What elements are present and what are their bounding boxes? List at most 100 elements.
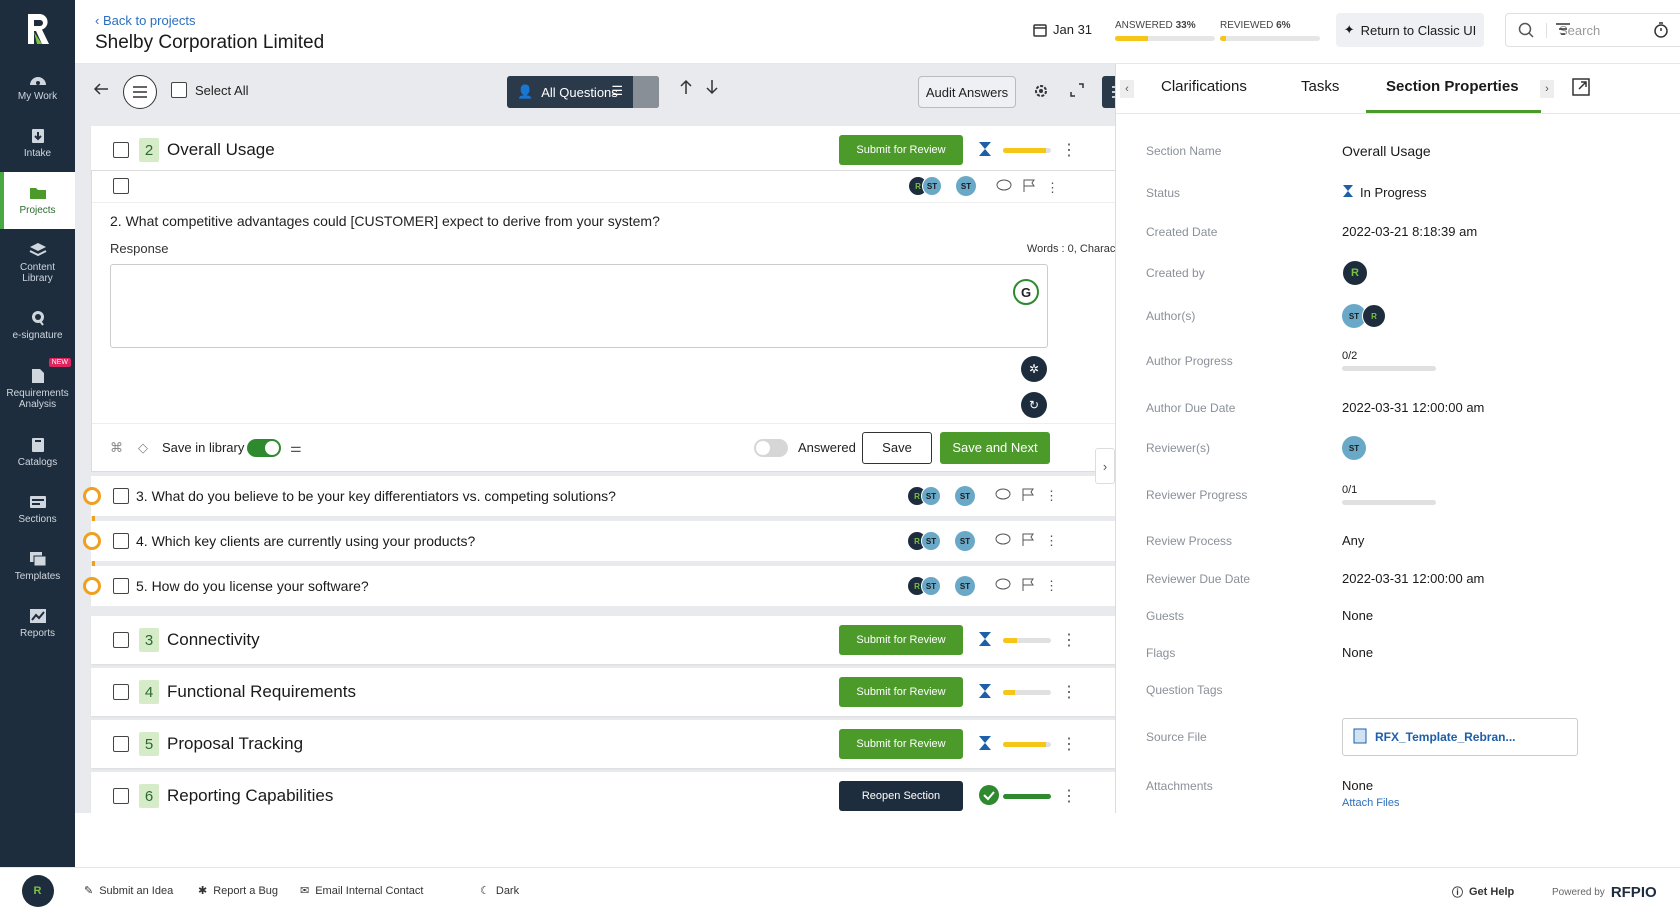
comment-icon[interactable] (996, 179, 1012, 196)
return-to-classic-ui-button[interactable]: ✦ Return to Classic UI (1336, 13, 1484, 47)
select-all-checkbox[interactable]: Select All (171, 82, 248, 98)
all-questions-filter[interactable]: 👤 All Questions ☰ (507, 76, 659, 108)
kebab-menu-icon[interactable]: ⋮ (1046, 180, 1059, 196)
kebab-menu-icon[interactable]: ⋮ (1045, 578, 1058, 594)
checkbox[interactable] (171, 82, 187, 98)
sidebar-item-reports[interactable]: Reports (0, 595, 75, 652)
flag-icon[interactable] (1021, 533, 1035, 550)
grammarly-icon[interactable]: G (1013, 279, 1039, 305)
collapse-panel-handle[interactable]: › (1095, 448, 1115, 484)
question-row[interactable]: 3. What do you believe to be your key di… (83, 476, 1166, 516)
section-row[interactable]: 4 Functional Requirements Submit for Rev… (91, 668, 1166, 716)
submit-for-review-button[interactable]: Submit for Review (839, 729, 963, 759)
email-contact-link[interactable]: ✉ Email Internal Contact (300, 884, 423, 898)
gear-icon[interactable] (1033, 83, 1049, 102)
arrow-down-icon[interactable] (705, 79, 719, 98)
arrow-left-icon[interactable] (93, 82, 109, 99)
submit-for-review-button[interactable]: Submit for Review (839, 677, 963, 707)
kebab-menu-icon[interactable]: ⋮ (1045, 488, 1058, 504)
kebab-menu-icon[interactable]: ⋮ (1061, 630, 1077, 650)
dark-mode-toggle[interactable]: ☾ Dark (480, 884, 519, 898)
fingerprint-icon[interactable]: ⌘ (110, 440, 123, 456)
sidebar-item-e-signature[interactable]: e-signature (0, 297, 75, 354)
checkbox[interactable] (113, 178, 129, 194)
sidebar-item-content-library[interactable]: Content Library (0, 229, 75, 297)
answered-toggle[interactable] (754, 438, 788, 457)
question-row[interactable]: 5. How do you license your software? R ST… (83, 566, 1166, 606)
save-in-library-toggle[interactable] (247, 438, 281, 457)
checkbox[interactable] (113, 684, 129, 700)
comment-icon[interactable] (995, 578, 1011, 595)
kebab-menu-icon[interactable]: ⋮ (1061, 682, 1077, 702)
comment-icon[interactable] (995, 488, 1011, 505)
save-button[interactable]: Save (862, 431, 932, 464)
checkbox[interactable] (113, 488, 129, 504)
sidebar-item-sections[interactable]: Sections (0, 481, 75, 538)
kebab-menu-icon[interactable]: ⋮ (1045, 533, 1058, 549)
menu-button[interactable] (123, 75, 157, 109)
due-date[interactable]: Jan 31 (1033, 22, 1092, 37)
sidebar-item-projects[interactable]: Projects (0, 172, 75, 229)
submit-for-review-button[interactable]: Submit for Review (839, 625, 963, 655)
assignee-avatars[interactable]: R ST ST (907, 576, 975, 596)
expand-icon[interactable] (1070, 83, 1084, 100)
comment-icon[interactable] (995, 533, 1011, 550)
get-help-link[interactable]: ⓘ Get Help (1452, 884, 1514, 900)
submit-idea-link[interactable]: ✎ Submit an Idea (84, 884, 173, 898)
flag-icon[interactable] (1021, 488, 1035, 505)
source-file-link[interactable]: RFX_Template_Rebran... (1342, 718, 1578, 756)
assignee-avatars[interactable]: R ST ST (907, 486, 975, 506)
mail-icon: ✉ (300, 885, 310, 897)
back-to-projects-link[interactable]: ‹ Back to projects (95, 13, 195, 28)
question-row[interactable]: 4. Which key clients are currently using… (83, 521, 1166, 561)
checkbox[interactable] (113, 578, 129, 594)
sidebar-item-intake[interactable]: Intake (0, 115, 75, 172)
refresh-icon[interactable]: ↻ (1021, 392, 1047, 418)
submit-for-review-button[interactable]: Submit for Review (839, 135, 963, 165)
settings-sliders-icon[interactable]: ⚌ (290, 440, 302, 456)
sidebar-item-my-work[interactable]: My Work (0, 58, 75, 115)
bottom-logo[interactable]: R (0, 868, 75, 913)
checkbox[interactable] (113, 142, 129, 158)
arrow-up-icon[interactable] (679, 79, 693, 98)
filter-icon[interactable] (1555, 22, 1571, 39)
section-row[interactable]: 2 Overall Usage Submit for Review ⋮ (91, 126, 1166, 174)
checkbox[interactable] (113, 788, 129, 804)
assignee-avatars[interactable]: R ST ST (908, 176, 976, 196)
tab-tasks[interactable]: Tasks (1301, 78, 1339, 95)
reopen-section-button[interactable]: Reopen Section (839, 781, 963, 811)
ai-assist-icon[interactable]: ✲ (1021, 356, 1047, 382)
tab-clarifications[interactable]: Clarifications (1161, 78, 1247, 95)
section-row[interactable]: 6 Reporting Capabilities Reopen Section … (91, 772, 1166, 813)
book-icon (29, 437, 47, 453)
assignee-avatars[interactable]: R ST ST (907, 531, 975, 551)
timer-icon[interactable] (1653, 22, 1669, 41)
audit-answers-button[interactable]: Audit Answers (918, 76, 1016, 108)
save-and-next-button[interactable]: Save and Next (940, 431, 1050, 464)
tab-section-properties[interactable]: Section Properties (1386, 78, 1519, 95)
kebab-menu-icon[interactable]: ⋮ (1061, 734, 1077, 754)
app-logo[interactable] (0, 0, 75, 58)
tag-icon[interactable]: ◇ (138, 440, 148, 456)
checkbox[interactable] (113, 736, 129, 752)
section-row[interactable]: 3 Connectivity Submit for Review ⋮ (91, 616, 1166, 664)
prop-label: Question Tags (1146, 683, 1223, 697)
attach-files-link[interactable]: Attach Files (1342, 797, 1399, 811)
chevron-right-icon[interactable]: › (1540, 80, 1554, 98)
section-row[interactable]: 5 Proposal Tracking Submit for Review ⋮ (91, 720, 1166, 768)
checkbox[interactable] (113, 632, 129, 648)
response-editor[interactable]: G (110, 264, 1048, 348)
report-bug-link[interactable]: ✱ Report a Bug (198, 884, 278, 898)
chevron-left-icon[interactable]: ‹ (1120, 80, 1134, 98)
flag-icon[interactable] (1022, 179, 1036, 196)
sidebar-item-catalogs[interactable]: Catalogs (0, 424, 75, 481)
kebab-menu-icon[interactable]: ⋮ (1061, 140, 1077, 160)
assignee-filter-button[interactable] (633, 76, 659, 108)
reviewed-pct: 6% (1276, 20, 1291, 31)
sidebar-item-templates[interactable]: Templates (0, 538, 75, 595)
external-link-icon[interactable] (1572, 78, 1590, 99)
flag-icon[interactable] (1021, 578, 1035, 595)
checkbox[interactable] (113, 533, 129, 549)
kebab-menu-icon[interactable]: ⋮ (1061, 786, 1077, 806)
sidebar-item-requirements-analysis[interactable]: NEW Requirements Analysis (0, 354, 75, 424)
